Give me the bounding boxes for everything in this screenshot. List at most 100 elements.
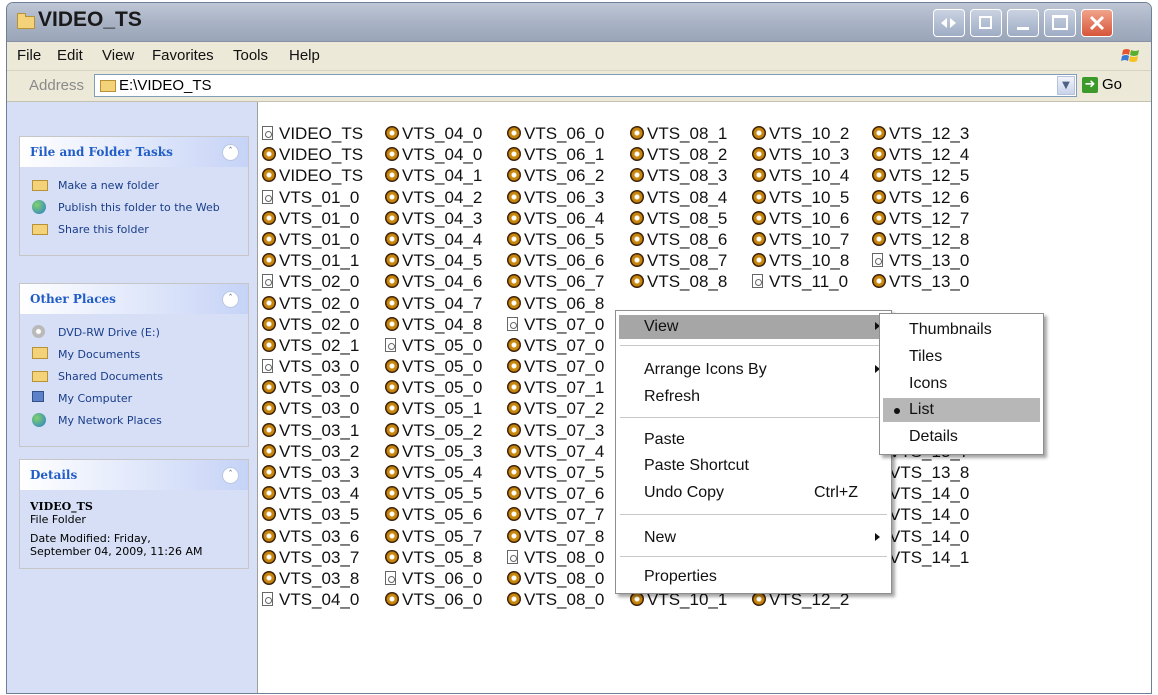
list-item[interactable]: VTS_07_5 [506,462,604,483]
restore-view-icon[interactable] [970,9,1002,37]
list-item[interactable]: VTS_03_5 [261,504,363,525]
list-item[interactable]: VTS_12_4 [871,144,969,165]
view-icons[interactable]: Icons [883,372,1040,396]
list-item[interactable]: VTS_04_0 [384,123,482,144]
list-item[interactable]: VTS_07_2 [506,398,604,419]
list-item[interactable]: VTS_05_3 [384,441,482,462]
menu-view[interactable]: View [102,47,134,64]
list-item[interactable]: VTS_08_3 [629,165,727,186]
list-item[interactable]: VTS_12_5 [871,165,969,186]
list-item[interactable]: VTS_04_3 [384,208,482,229]
list-item[interactable]: VTS_05_0 [384,377,482,398]
list-item[interactable]: VTS_10_6 [751,208,849,229]
list-item[interactable]: VTS_13_0 [871,250,969,271]
list-item[interactable]: VTS_06_5 [506,229,604,250]
ctx-arrange-icons[interactable]: Arrange Icons By [619,358,888,382]
list-item[interactable]: VTS_07_7 [506,504,604,525]
list-item[interactable]: VTS_06_6 [506,250,604,271]
list-item[interactable]: VTS_01_0 [261,208,363,229]
minimize-button[interactable] [1007,9,1039,37]
ctx-paste-shortcut[interactable]: Paste Shortcut [619,454,888,478]
close-button[interactable] [1081,9,1113,37]
view-details[interactable]: Details [883,425,1040,449]
list-item[interactable]: VTS_10_2 [751,123,849,144]
list-item[interactable]: VTS_04_2 [384,187,482,208]
list-item[interactable]: VTS_07_1 [506,377,604,398]
view-thumbnails[interactable]: Thumbnails [883,318,1040,342]
list-item[interactable]: VTS_07_0 [506,335,604,356]
ctx-refresh[interactable]: Refresh [619,385,888,409]
list-item[interactable]: VTS_08_0 [506,589,604,610]
list-item[interactable]: VIDEO_TS [261,144,363,165]
list-item[interactable]: VTS_07_6 [506,483,604,504]
collapse-icon[interactable]: ˆ [222,144,239,161]
list-item[interactable]: VTS_02_0 [261,293,363,314]
list-item[interactable]: VTS_04_6 [384,271,482,292]
menu-edit[interactable]: Edit [57,47,83,64]
list-item[interactable]: VTS_08_6 [629,229,727,250]
title-bar[interactable]: VIDEO_TS [7,3,1151,42]
list-item[interactable]: VTS_12_6 [871,187,969,208]
list-item[interactable]: VTS_04_4 [384,229,482,250]
list-item[interactable]: VTS_07_8 [506,526,604,547]
list-item[interactable]: VTS_12_7 [871,208,969,229]
address-dropdown-icon[interactable]: ▼ [1057,76,1075,95]
list-item[interactable]: VTS_06_7 [506,271,604,292]
list-item[interactable]: VTS_06_0 [384,589,482,610]
list-item[interactable]: VTS_08_0 [506,547,604,568]
panel-header[interactable]: File and Folder Tasks ˆ [20,137,248,167]
list-item[interactable]: VTS_08_7 [629,250,727,271]
list-item[interactable]: VTS_03_0 [261,377,363,398]
list-item[interactable]: VTS_02_0 [261,314,363,335]
collapse-icon[interactable]: ˆ [222,291,239,308]
place-my-documents[interactable]: My Documents [30,347,238,361]
list-item[interactable]: VTS_05_2 [384,420,482,441]
list-item[interactable]: VTS_12_8 [871,229,969,250]
place-my-network[interactable]: My Network Places [30,413,238,427]
list-item[interactable]: VTS_01_0 [261,229,363,250]
list-item[interactable]: VTS_08_5 [629,208,727,229]
list-item[interactable]: VTS_03_1 [261,420,363,441]
ctx-view[interactable]: View [619,315,888,339]
list-item[interactable]: VTS_05_6 [384,504,482,525]
list-item[interactable]: VTS_07_0 [506,356,604,377]
go-button[interactable]: ➜ Go [1082,75,1142,97]
panel-header[interactable]: Other Places ˆ [20,284,248,314]
list-item[interactable]: VTS_10_3 [751,144,849,165]
list-item[interactable]: VTS_02_0 [261,271,363,292]
list-item[interactable]: VTS_01_0 [261,187,363,208]
list-item[interactable]: VTS_04_5 [384,250,482,271]
maximize-button[interactable] [1044,9,1076,37]
menu-tools[interactable]: Tools [233,47,268,64]
list-item[interactable]: VTS_13_0 [871,271,969,292]
list-item[interactable]: VTS_06_4 [506,208,604,229]
ctx-new[interactable]: New [619,526,888,550]
list-item[interactable]: VTS_10_7 [751,229,849,250]
list-item[interactable]: VTS_03_0 [261,398,363,419]
list-item[interactable]: VTS_11_0 [751,271,849,292]
panel-header[interactable]: Details ˆ [20,460,248,490]
list-item[interactable]: VTS_04_1 [384,165,482,186]
list-item[interactable]: VTS_05_1 [384,398,482,419]
list-item[interactable]: VTS_04_8 [384,314,482,335]
list-item[interactable]: VTS_05_0 [384,335,482,356]
list-item[interactable]: VTS_05_4 [384,462,482,483]
list-item[interactable]: VTS_06_8 [506,293,604,314]
list-item[interactable]: VTS_03_0 [261,356,363,377]
address-input[interactable]: E:\VIDEO_TS ▼ [94,74,1077,97]
list-item[interactable]: VTS_07_0 [506,314,604,335]
list-item[interactable]: VTS_08_2 [629,144,727,165]
place-dvd-drive[interactable]: DVD-RW Drive (E:) [30,325,238,339]
view-tiles[interactable]: Tiles [883,345,1040,369]
list-item[interactable]: VTS_05_0 [384,356,482,377]
list-item[interactable]: VTS_03_8 [261,568,363,589]
list-item[interactable]: VTS_10_8 [751,250,849,271]
list-item[interactable]: VTS_08_0 [506,568,604,589]
list-item[interactable]: VTS_05_8 [384,547,482,568]
menu-favorites[interactable]: Favorites [152,47,214,64]
list-item[interactable]: VTS_03_7 [261,547,363,568]
task-publish-web[interactable]: Publish this folder to the Web [30,200,238,214]
list-item[interactable]: VTS_01_1 [261,250,363,271]
list-item[interactable]: VTS_06_0 [384,568,482,589]
list-item[interactable]: VTS_05_7 [384,526,482,547]
